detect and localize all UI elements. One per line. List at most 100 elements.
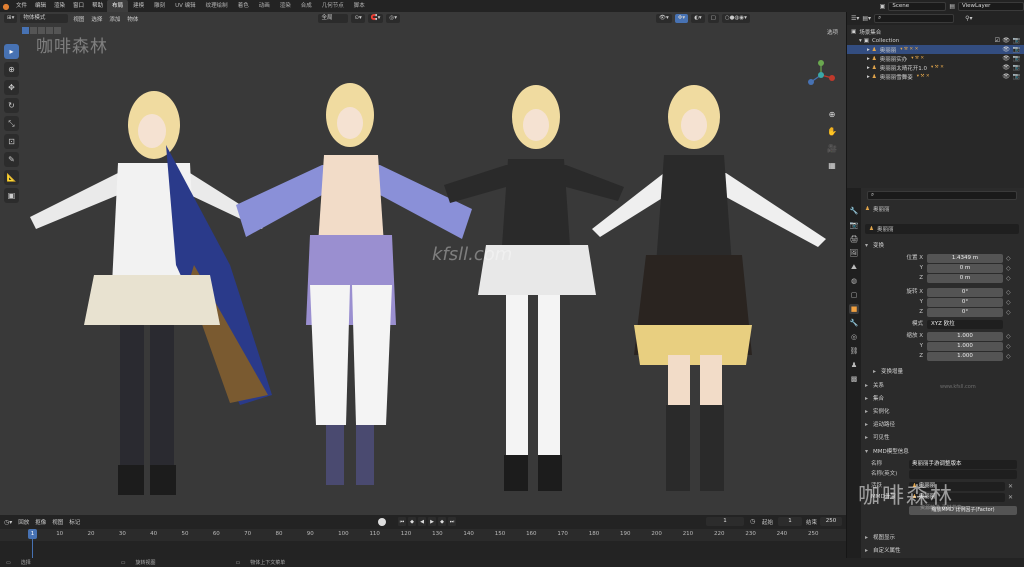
outliner-item[interactable]: ▸ ♟ 奥丽丽雪舞姿 ▾ ⚒ ✕ 👁 📷 <box>847 72 1024 81</box>
constraint-tab-icon[interactable]: ⛓ <box>849 346 859 356</box>
expand-icon[interactable]: ▾ <box>859 38 862 44</box>
clear-icon[interactable]: ✕ <box>1008 493 1013 502</box>
keyframe-icon[interactable]: ◇ <box>1006 264 1011 273</box>
camera-icon[interactable]: 📷 <box>1013 37 1020 44</box>
keyframe-icon[interactable]: ◇ <box>1006 352 1011 361</box>
snap-icon[interactable]: 🧲▾ <box>367 14 384 23</box>
object-tab-icon[interactable]: ■ <box>849 304 859 314</box>
collection-tab-icon[interactable]: ▢ <box>849 290 859 300</box>
tab-shading[interactable]: 着色 <box>233 0 254 12</box>
play-reverse-icon[interactable]: ◀ <box>418 517 426 526</box>
menu-add[interactable]: 添加 <box>107 15 122 23</box>
location-z-field[interactable]: 0 m <box>927 274 1003 283</box>
expand-icon[interactable]: ▸ <box>867 56 870 62</box>
view-layer-tab-icon[interactable]: 🖼 <box>849 248 859 258</box>
prev-key-icon[interactable]: ◆ <box>408 517 416 526</box>
scene-collection-row[interactable]: ▣ 场景集合 <box>847 27 1024 36</box>
camera-icon[interactable]: 📷 <box>1013 46 1020 53</box>
physics-tab-icon[interactable]: ◎ <box>849 332 859 342</box>
outliner-editor-icon[interactable]: ☰▾ <box>851 15 859 22</box>
editor-type-icon[interactable]: ⊞▾ <box>4 14 18 23</box>
collections-panel-header[interactable]: 集合 <box>865 393 1019 403</box>
scale-y-field[interactable]: 1.000 <box>927 342 1003 351</box>
expand-icon[interactable]: ▸ <box>867 74 870 80</box>
data-tab-icon[interactable]: ♟ <box>849 360 859 370</box>
outliner-item[interactable]: ▸ ♟ 奥丽丽太晴花开1.0 ▾ ⚒ ✕ 👁 📷 <box>847 63 1024 72</box>
character-4[interactable] <box>592 85 826 491</box>
checkbox-icon[interactable]: ☑ <box>995 37 1000 44</box>
menu-keying[interactable]: 抠像 <box>35 518 46 526</box>
tab-scripting[interactable]: 脚本 <box>349 0 370 12</box>
next-key-icon[interactable]: ◆ <box>438 517 446 526</box>
tab-layout[interactable]: 布局 <box>107 0 129 12</box>
viewport-display-panel-header[interactable]: 视图显示 <box>865 532 1019 542</box>
custom-props-panel-header[interactable]: 自定义属性 <box>865 545 1019 555</box>
mmd-info-panel-header[interactable]: MMD模型信息 <box>865 446 1019 456</box>
outliner-item[interactable]: ▸ ♟ 奥丽丽 ▾ ⚒ ✕ ✕ 👁 📷 <box>847 45 1024 54</box>
menu-object[interactable]: 物体 <box>125 15 140 23</box>
expand-icon[interactable]: ▸ <box>867 65 870 71</box>
frame-ruler[interactable]: 1102030405060708090100110120130140150160… <box>0 529 846 541</box>
tab-texture-paint[interactable]: 纹理绘制 <box>201 0 233 12</box>
outliner-search-input[interactable]: ⌕ <box>874 14 955 23</box>
menu-view[interactable]: 视图 <box>71 15 86 23</box>
delta-transform-header[interactable]: 变换增量 <box>873 366 1019 376</box>
eye-icon[interactable]: 👁 <box>1002 73 1010 80</box>
output-tab-icon[interactable]: 🖨 <box>849 234 859 244</box>
eye-icon[interactable]: 👁 <box>1002 55 1010 62</box>
keyframe-icon[interactable]: ◇ <box>1006 308 1011 317</box>
instancing-panel-header[interactable]: 实例化 <box>865 406 1019 416</box>
character-1[interactable] <box>30 91 272 495</box>
playhead-frame[interactable]: 1 <box>28 529 37 539</box>
character-2[interactable] <box>236 83 472 485</box>
rotation-y-field[interactable]: 0° <box>927 298 1003 307</box>
play-icon[interactable]: ▶ <box>428 517 436 526</box>
scale-x-field[interactable]: 1.000 <box>927 332 1003 341</box>
outliner-item[interactable]: ▸ ♟ 奥丽丽实办 ▾ ⚒ ✕ 👁 📷 <box>847 54 1024 63</box>
tab-geometry-nodes[interactable]: 几何节点 <box>317 0 349 12</box>
eye-icon[interactable]: 👁 <box>1002 64 1010 71</box>
scene-tab-icon[interactable]: ⛰ <box>849 262 859 272</box>
camera-icon[interactable]: 📷 <box>1013 64 1020 71</box>
modifier-tab-icon[interactable]: 🔧 <box>849 318 859 328</box>
tab-rendering[interactable]: 渲染 <box>275 0 296 12</box>
keyframe-icon[interactable]: ◇ <box>1006 274 1011 283</box>
start-frame-field[interactable]: 1 <box>778 517 802 526</box>
eye-icon[interactable]: 👁 <box>1002 46 1010 53</box>
mode-select[interactable]: 物体模式 <box>20 14 69 23</box>
rotation-z-field[interactable]: 0° <box>927 308 1003 317</box>
character-models[interactable] <box>0 25 846 515</box>
visibility-icon[interactable]: 👁▾ <box>655 14 672 23</box>
keyframe-icon[interactable]: ◇ <box>1006 288 1011 297</box>
camera-icon[interactable]: 📷 <box>1013 55 1020 62</box>
properties-search-input[interactable]: ⌕ <box>867 191 1017 200</box>
menu-render[interactable]: 渲染 <box>50 0 69 12</box>
collection-row[interactable]: ▾ ▣ Collection ☑ 👁 📷 <box>847 36 1024 45</box>
viewlayer-field[interactable]: ViewLayer <box>958 1 1024 11</box>
xray-icon[interactable]: ▢ <box>707 14 719 23</box>
menu-marker[interactable]: 标记 <box>69 518 80 526</box>
scene-field[interactable]: Scene <box>888 1 947 11</box>
3d-viewport[interactable]: ⊞▾ 物体模式 视图 选择 添加 物体 全局 ⊙▾ 🧲▾ ◎▾ 👁▾ ✥▾ ◐▾… <box>0 12 846 515</box>
clear-icon[interactable]: ✕ <box>1008 482 1013 491</box>
orientation-select[interactable]: 全局 <box>318 14 349 23</box>
location-y-field[interactable]: 0 m <box>927 264 1003 273</box>
proportional-edit-icon[interactable]: ◎▾ <box>386 14 400 23</box>
object-name-field[interactable]: ♟ 奥丽丽 <box>865 224 1019 234</box>
gizmo-toggle-icon[interactable]: ✥▾ <box>674 14 689 23</box>
texture-tab-icon[interactable]: ▩ <box>849 374 859 384</box>
record-icon[interactable] <box>378 518 386 526</box>
jump-start-icon[interactable]: ⏮ <box>398 517 406 526</box>
camera-icon[interactable]: 📷 <box>1013 73 1020 80</box>
visibility-panel-header[interactable]: 可见性 <box>865 432 1019 442</box>
keyframe-icon[interactable]: ◇ <box>1006 254 1011 263</box>
tab-animation[interactable]: 动画 <box>254 0 275 12</box>
pivot-icon[interactable]: ⊙▾ <box>351 14 365 23</box>
menu-help[interactable]: 帮助 <box>88 0 107 12</box>
tab-uv-editing[interactable]: UV 编辑 <box>170 0 201 12</box>
jump-end-icon[interactable]: ⏭ <box>448 517 456 526</box>
current-frame-field[interactable]: 1 <box>706 517 744 526</box>
menu-timeline-view[interactable]: 视图 <box>52 518 63 526</box>
shading-mode-icons[interactable]: ○●◍◉▾ <box>721 14 750 23</box>
keyframe-icon[interactable]: ◇ <box>1006 332 1011 341</box>
